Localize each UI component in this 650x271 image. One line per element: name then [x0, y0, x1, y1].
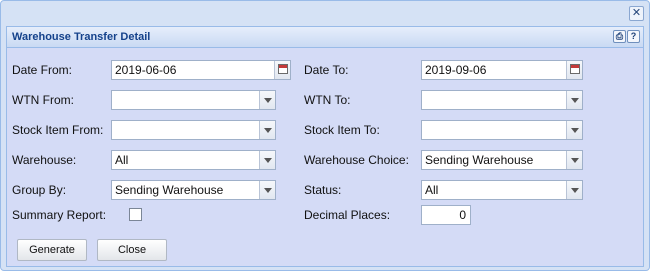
- decimal-places-input[interactable]: 0: [421, 205, 471, 225]
- chevron-down-icon[interactable]: [566, 151, 582, 169]
- date-from-value: 2019-06-06: [115, 63, 177, 77]
- warehouse-choice-value: Sending Warehouse: [425, 153, 534, 167]
- date-to-field[interactable]: 2019-09-06: [421, 60, 583, 80]
- chevron-down-icon[interactable]: [566, 181, 582, 199]
- calendar-icon[interactable]: [566, 61, 582, 79]
- date-from-field[interactable]: 2019-06-06: [111, 60, 291, 80]
- print-icon[interactable]: ⎙: [613, 30, 626, 43]
- chevron-down-icon[interactable]: [259, 91, 275, 109]
- summary-report-label: Summary Report:: [12, 208, 107, 222]
- chevron-down-icon[interactable]: [259, 121, 275, 139]
- warehouse-value: All: [115, 153, 129, 167]
- date-from-label: Date From:: [12, 63, 73, 77]
- calendar-icon[interactable]: [274, 61, 290, 79]
- warehouse-select[interactable]: All: [111, 150, 276, 170]
- chevron-down-icon[interactable]: [566, 121, 582, 139]
- stock-item-from-label: Stock Item From:: [12, 123, 104, 137]
- group-by-label: Group By:: [12, 183, 67, 197]
- help-icon[interactable]: ?: [627, 30, 640, 43]
- group-by-value: Sending Warehouse: [115, 183, 224, 197]
- stock-item-to-label: Stock Item To:: [304, 123, 380, 137]
- wtn-to-label: WTN To:: [304, 93, 351, 107]
- summary-report-checkbox[interactable]: [129, 208, 142, 221]
- close-button[interactable]: Close: [97, 239, 167, 261]
- warehouse-choice-select[interactable]: Sending Warehouse: [421, 150, 583, 170]
- close-icon[interactable]: ✕: [629, 6, 644, 21]
- report-window: ✕ Warehouse Transfer Detail ⎙ ? Date Fro…: [0, 0, 650, 271]
- warehouse-label: Warehouse:: [12, 153, 77, 167]
- date-to-label: Date To:: [304, 63, 349, 77]
- panel-header: Warehouse Transfer Detail ⎙ ?: [7, 27, 643, 48]
- warehouse-choice-label: Warehouse Choice:: [304, 153, 409, 167]
- wtn-from-label: WTN From:: [12, 93, 74, 107]
- panel-title: Warehouse Transfer Detail: [12, 31, 151, 43]
- stock-item-from-select[interactable]: [111, 120, 276, 140]
- date-to-value: 2019-09-06: [425, 63, 487, 77]
- chevron-down-icon[interactable]: [259, 181, 275, 199]
- chevron-down-icon[interactable]: [566, 91, 582, 109]
- stock-item-to-select[interactable]: [421, 120, 583, 140]
- generate-button[interactable]: Generate: [17, 239, 87, 261]
- status-value: All: [425, 183, 439, 197]
- decimal-places-label: Decimal Places:: [304, 208, 391, 222]
- wtn-to-select[interactable]: [421, 90, 583, 110]
- status-select[interactable]: All: [421, 180, 583, 200]
- wtn-from-select[interactable]: [111, 90, 276, 110]
- status-label: Status:: [304, 183, 342, 197]
- report-panel: Warehouse Transfer Detail ⎙ ? Date From:…: [6, 26, 644, 267]
- group-by-select[interactable]: Sending Warehouse: [111, 180, 276, 200]
- chevron-down-icon[interactable]: [259, 151, 275, 169]
